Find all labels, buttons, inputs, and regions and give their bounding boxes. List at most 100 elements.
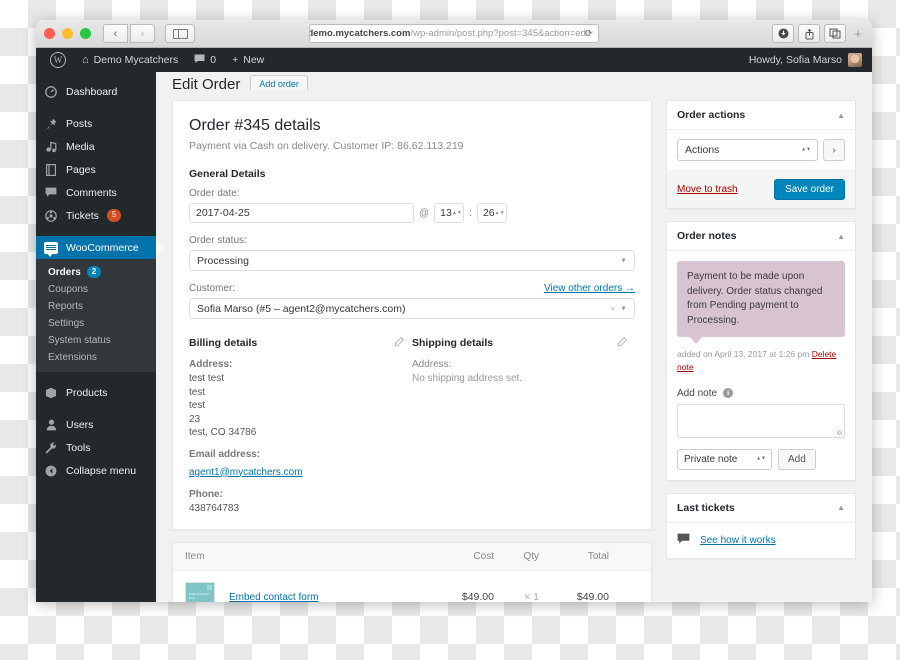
address-bar[interactable]: demo.mycatchers.com/wp-admin/post.php?po… (309, 24, 599, 43)
billing-email-link[interactable]: agent1@mycatchers.com (189, 467, 303, 478)
order-status-select[interactable]: Processing ▼ (189, 250, 635, 271)
forward-button[interactable]: › (130, 24, 155, 43)
sidebar-item-posts[interactable]: Posts (36, 112, 156, 135)
help-icon[interactable]: i (723, 388, 734, 398)
chevron-down-icon: ▼ (620, 257, 627, 264)
submenu-item-extensions[interactable]: Extensions (36, 349, 156, 366)
edit-shipping-pencil-icon[interactable] (617, 336, 628, 349)
submenu-item-system-status[interactable]: System status (36, 332, 156, 349)
product-name-link[interactable]: Embed contact form (229, 592, 318, 603)
submenu-item-reports[interactable]: Reports (36, 298, 156, 315)
sidebar-item-pages[interactable]: Pages (36, 158, 156, 181)
sidebar-item-label: Users (66, 418, 94, 431)
item-cost: $49.00 (461, 591, 494, 602)
share-icon[interactable] (798, 24, 820, 43)
order-actions-header[interactable]: Order actions ▲ (667, 101, 855, 130)
sidebar-item-comments[interactable]: Comments (36, 181, 156, 204)
clear-icon[interactable]: × (610, 304, 615, 313)
order-minute-input[interactable]: 26 ▲▼ (476, 203, 507, 223)
minimize-window-button[interactable] (62, 28, 73, 39)
submenu-item-coupons[interactable]: Coupons (36, 281, 156, 298)
submenu-item-label: Settings (48, 318, 85, 330)
reload-icon[interactable]: ⟳ (585, 28, 593, 39)
submenu-item-settings[interactable]: Settings (36, 315, 156, 332)
sidebar-toggle-icon[interactable] (165, 24, 195, 43)
dashboard-icon (44, 85, 58, 98)
sidebar-item-label: Tickets (66, 209, 99, 222)
sidebar-item-tools[interactable]: Tools (36, 436, 156, 459)
comment-icon (44, 187, 58, 198)
note-type-select[interactable]: Private note ▲▼ (677, 448, 772, 470)
order-notes-body: Payment to be made upon delivery. Order … (667, 251, 855, 480)
billing-address-line: 23 (189, 413, 201, 425)
move-to-trash-link[interactable]: Move to trash (677, 184, 738, 195)
billing-address-line: test test (189, 373, 225, 384)
sidebar-item-woocommerce[interactable]: WooCommerce (36, 236, 156, 259)
orders-badge: 2 (86, 266, 102, 279)
time-separator: : (469, 207, 472, 219)
column-header-item: Item (185, 551, 205, 562)
admin-sidebar: Dashboard Posts Media Pages Comments Tic… (36, 72, 156, 602)
new-tab-button[interactable]: + (850, 26, 866, 41)
customer-select[interactable]: Sofia Marso (#5 – agent2@mycatchers.com)… (189, 298, 635, 319)
shipping-address-label: Address: (412, 359, 452, 370)
new-content-menu[interactable]: + New (224, 48, 272, 72)
page-icon (44, 163, 58, 176)
chevron-up-icon[interactable]: ▲ (837, 232, 845, 241)
column-header-qty: Qty (523, 551, 539, 562)
sidebar-item-users[interactable]: Users (36, 413, 156, 436)
order-date-row: 2017-04-25 @ 13 ▲▼ : 26 ▲▼ (189, 203, 635, 223)
site-name-label: Demo Mycatchers (93, 54, 179, 66)
add-order-button[interactable]: Add order (250, 75, 308, 90)
billing-address-label: Address: (189, 359, 233, 370)
maximize-window-button[interactable] (80, 28, 91, 39)
wp-logo-menu[interactable]: W (42, 48, 74, 72)
order-actions-select[interactable]: Actions ▲▼ (677, 139, 818, 161)
table-row[interactable]: Embed contact form Embed contact form $4… (173, 571, 651, 602)
minute-stepper-icon[interactable]: ▲▼ (495, 210, 505, 216)
item-total: $49.00 (576, 591, 609, 602)
shipping-details-heading: Shipping details (412, 337, 494, 349)
submenu-item-label: Reports (48, 301, 84, 313)
navigation-buttons[interactable]: ‹ › (103, 24, 155, 43)
account-menu[interactable]: Howdy, Sofia Marso (749, 53, 866, 67)
billing-details-heading: Billing details (189, 337, 258, 349)
see-how-it-works-link[interactable]: See how it works (700, 535, 776, 546)
edit-billing-pencil-icon[interactable] (394, 336, 405, 349)
add-note-controls: Private note ▲▼ Add (677, 448, 845, 470)
save-order-button[interactable]: Save order (774, 179, 845, 200)
window-controls[interactable] (44, 28, 91, 39)
submenu-item-orders[interactable]: Orders 2 (36, 263, 156, 281)
sidebar-item-collapse-menu[interactable]: Collapse menu (36, 459, 156, 482)
stepper-icon: ▲▼ (756, 455, 766, 462)
stepper-icon: ▲▼ (801, 146, 811, 153)
sidebar-item-dashboard[interactable]: Dashboard (36, 80, 156, 103)
order-hour-input[interactable]: 13 ▲▼ (434, 203, 465, 223)
tabs-icon[interactable] (824, 24, 846, 43)
view-other-orders-link[interactable]: View other orders → (544, 283, 635, 294)
comments-menu[interactable]: 0 (186, 48, 224, 72)
sidebar-item-tickets[interactable]: Tickets 5 (36, 204, 156, 227)
site-name-menu[interactable]: ⌂ Demo Mycatchers (74, 48, 186, 72)
order-subtitle: Payment via Cash on delivery. Customer I… (189, 140, 464, 152)
close-window-button[interactable] (44, 28, 55, 39)
order-actions-heading: Order actions (677, 109, 746, 121)
back-button[interactable]: ‹ (103, 24, 128, 43)
main-column: Order #345 details Payment via Cash on d… (172, 100, 652, 602)
sidebar-item-media[interactable]: Media (36, 135, 156, 158)
browser-toolbar-right[interactable]: + (772, 24, 866, 43)
order-notes-header[interactable]: Order notes ▲ (667, 222, 855, 251)
last-tickets-header[interactable]: Last tickets ▲ (667, 494, 855, 523)
customer-value: Sofia Marso (#5 – agent2@mycatchers.com) (197, 302, 406, 315)
order-date-input[interactable]: 2017-04-25 (189, 203, 414, 223)
sidebar-item-products[interactable]: Products (36, 381, 156, 404)
chevron-up-icon[interactable]: ▲ (837, 503, 845, 512)
apply-action-button[interactable]: › (823, 139, 845, 161)
download-icon[interactable] (772, 24, 794, 43)
hour-stepper-icon[interactable]: ▲▼ (452, 210, 462, 216)
add-note-textarea[interactable] (677, 403, 845, 438)
side-column: Order actions ▲ Actions ▲▼ › Move to tra… (666, 100, 856, 602)
chevron-up-icon[interactable]: ▲ (837, 111, 845, 120)
howdy-label: Howdy, Sofia Marso (748, 54, 842, 66)
add-note-button[interactable]: Add (778, 448, 816, 470)
